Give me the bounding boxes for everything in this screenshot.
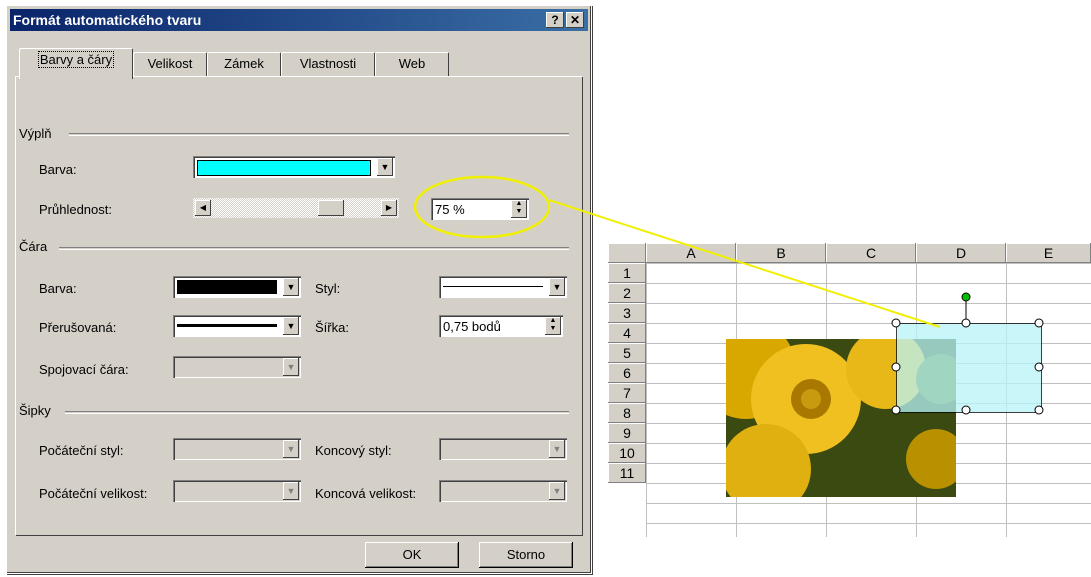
- line-style-combo[interactable]: ▼: [439, 276, 567, 298]
- row-header[interactable]: 1: [608, 263, 646, 283]
- line-color-label: Barva:: [39, 281, 77, 296]
- tab-panel: [15, 76, 582, 535]
- dialog-title: Formát automatického tvaru: [13, 12, 202, 28]
- cancel-button[interactable]: Storno: [479, 542, 573, 568]
- chevron-down-icon[interactable]: ▼: [549, 440, 565, 458]
- tab-colors-and-lines[interactable]: Barvy a čáry: [19, 48, 133, 79]
- row-header[interactable]: 8: [608, 403, 646, 423]
- tab-lock[interactable]: Zámek: [207, 52, 281, 77]
- format-autoshape-dialog: Formát automatického tvaru ? ✕ Barvy a č…: [6, 5, 592, 574]
- close-button[interactable]: ✕: [566, 12, 584, 28]
- tab-label: Velikost: [147, 56, 193, 71]
- dashed-preview: [177, 324, 277, 327]
- chevron-down-icon[interactable]: ▼: [283, 317, 299, 335]
- spin-arrows-icon[interactable]: ▲ ▼: [545, 317, 561, 335]
- row-header[interactable]: 9: [608, 423, 646, 443]
- begin-size-combo[interactable]: ▼: [173, 480, 301, 502]
- select-all-corner[interactable]: [608, 243, 646, 263]
- section-divider: [69, 133, 569, 136]
- column-header[interactable]: E: [1006, 243, 1091, 263]
- transparency-spinner[interactable]: 75 % ▲ ▼: [431, 198, 529, 220]
- section-divider: [65, 411, 569, 414]
- selection-handles[interactable]: [886, 290, 1050, 420]
- transparency-value[interactable]: 75 %: [435, 202, 465, 217]
- arrows-section-title: Šipky: [19, 403, 51, 418]
- end-size-combo[interactable]: ▼: [439, 480, 567, 502]
- fill-color-label: Barva:: [39, 162, 77, 177]
- line-weight-spinner[interactable]: 0,75 bodů ▲ ▼: [439, 315, 563, 337]
- end-style-label: Koncový styl:: [315, 443, 392, 458]
- slider-thumb[interactable]: [318, 200, 344, 216]
- begin-style-combo[interactable]: ▼: [173, 438, 301, 460]
- chevron-down-icon[interactable]: ▼: [283, 358, 299, 376]
- tab-size[interactable]: Velikost: [133, 52, 207, 77]
- line-style-label: Styl:: [315, 281, 341, 296]
- line-color-swatch: [177, 280, 277, 294]
- dashed-combo[interactable]: ▼: [173, 315, 301, 337]
- chevron-down-icon[interactable]: ▼: [549, 482, 565, 500]
- ok-button[interactable]: OK: [365, 542, 459, 568]
- row-header[interactable]: 11: [608, 463, 646, 483]
- fill-section-title: Výplň: [19, 126, 52, 141]
- chevron-down-icon[interactable]: ▼: [283, 440, 299, 458]
- tab-label: Web: [398, 56, 426, 71]
- column-header[interactable]: C: [826, 243, 916, 263]
- column-header[interactable]: A: [646, 243, 736, 263]
- begin-style-label: Počáteční styl:: [39, 443, 124, 458]
- spin-arrows-icon[interactable]: ▲ ▼: [511, 200, 527, 218]
- tab-web[interactable]: Web: [375, 52, 449, 77]
- row-header[interactable]: 10: [608, 443, 646, 463]
- end-style-combo[interactable]: ▼: [439, 438, 567, 460]
- row-header[interactable]: 5: [608, 343, 646, 363]
- line-weight-label: Šířka:: [315, 320, 349, 335]
- chevron-down-icon[interactable]: ▼: [549, 278, 565, 296]
- chevron-down-icon[interactable]: ▼: [283, 278, 299, 296]
- dashed-label: Přerušovaná:: [39, 320, 117, 335]
- tab-properties[interactable]: Vlastnosti: [281, 52, 375, 77]
- transparency-slider[interactable]: ◀ ▶: [193, 198, 399, 218]
- tab-label: Vlastnosti: [299, 56, 357, 71]
- title-bar[interactable]: Formát automatického tvaru ? ✕: [10, 9, 588, 31]
- row-header[interactable]: 2: [608, 283, 646, 303]
- line-color-combo[interactable]: ▼: [173, 276, 301, 298]
- section-divider: [59, 247, 569, 250]
- tab-label: Zámek: [224, 56, 264, 71]
- end-size-label: Koncová velikost:: [315, 486, 417, 501]
- row-header[interactable]: 4: [608, 323, 646, 343]
- row-header[interactable]: 6: [608, 363, 646, 383]
- connector-label: Spojovací čára:: [39, 362, 129, 377]
- chevron-down-icon[interactable]: ▼: [283, 482, 299, 500]
- line-weight-value[interactable]: 0,75 bodů: [443, 319, 501, 334]
- column-header[interactable]: B: [736, 243, 826, 263]
- row-header[interactable]: 3: [608, 303, 646, 323]
- column-header[interactable]: D: [916, 243, 1006, 263]
- connector-combo[interactable]: ▼: [173, 356, 301, 378]
- scroll-right-icon[interactable]: ▶: [381, 200, 397, 216]
- begin-size-label: Počáteční velikost:: [39, 486, 148, 501]
- line-section-title: Čára: [19, 239, 48, 254]
- help-button[interactable]: ?: [546, 12, 564, 28]
- tab-label: Barvy a čáry: [37, 51, 115, 68]
- line-style-preview: [443, 286, 543, 287]
- scroll-left-icon[interactable]: ◀: [195, 200, 211, 216]
- row-header[interactable]: 7: [608, 383, 646, 403]
- fill-color-combo[interactable]: ▼: [193, 156, 395, 178]
- transparency-label: Průhlednost:: [39, 202, 112, 217]
- chevron-down-icon[interactable]: ▼: [377, 158, 393, 176]
- fill-color-swatch: [197, 160, 371, 176]
